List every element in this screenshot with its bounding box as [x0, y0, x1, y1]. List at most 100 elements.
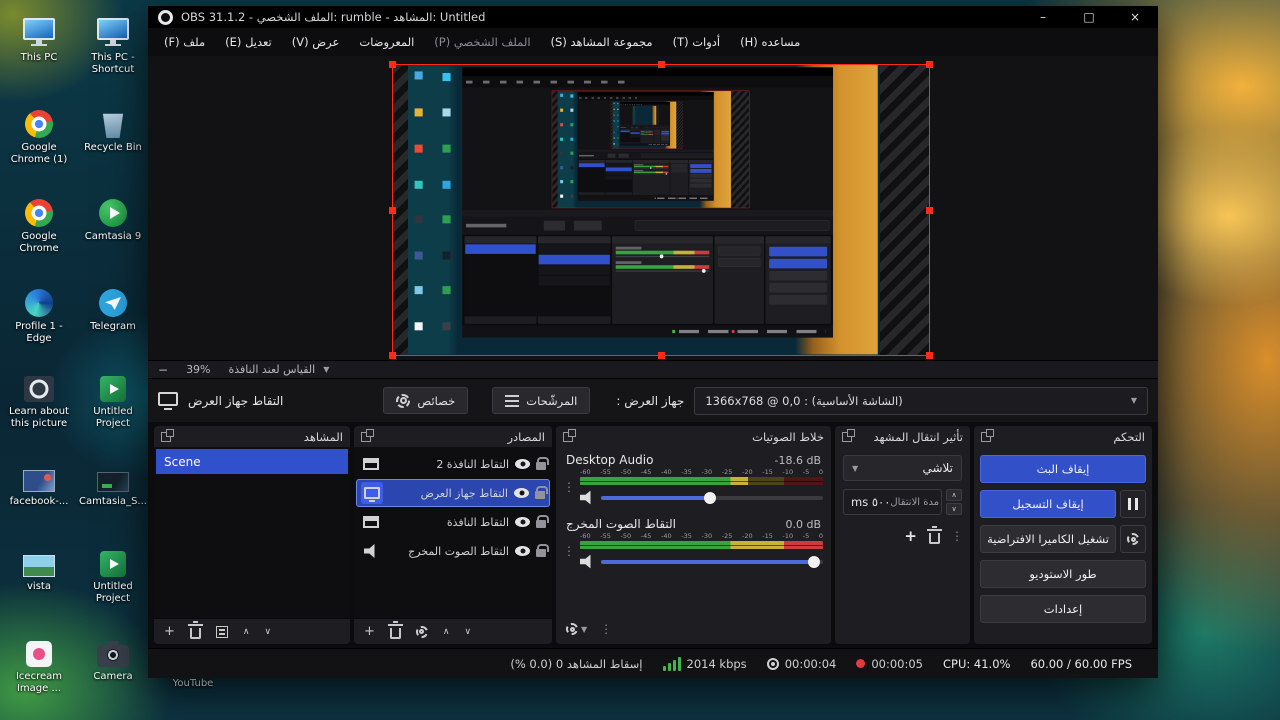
sources-dock-header[interactable]: المصادر [354, 426, 552, 447]
transition-menu-icon[interactable]: ⋮ [951, 529, 963, 543]
desktop-icon-c1-5[interactable]: facebook-... [4, 458, 74, 508]
menu-item-4[interactable]: الملف الشخصي (P) [424, 35, 540, 49]
selection-handle[interactable] [389, 352, 396, 359]
visibility-eye-icon[interactable] [515, 459, 530, 469]
menu-item-6[interactable]: أدوات (T) [663, 35, 731, 49]
maximize-button[interactable]: □ [1066, 6, 1112, 28]
scale-mode-dropdown[interactable]: القياس لعند النافذة ▼ [229, 363, 330, 376]
popout-icon[interactable] [361, 428, 374, 442]
lock-icon[interactable] [536, 544, 549, 557]
lock-icon[interactable] [536, 515, 549, 528]
close-button[interactable]: × [1112, 6, 1158, 28]
selection-handle[interactable] [926, 61, 933, 68]
popout-icon[interactable] [981, 428, 994, 442]
source-item[interactable]: التقاط النافذة [356, 508, 550, 536]
scene-item-selected[interactable]: Scene [156, 449, 348, 474]
scenes-dock-header[interactable]: المشاهد [154, 426, 350, 447]
menu-item-3[interactable]: المعروضات [349, 35, 424, 49]
add-source-button[interactable]: + [364, 625, 375, 638]
settings-button[interactable]: إعدادات [980, 595, 1146, 623]
menu-item-1[interactable]: تعديل (E) [215, 35, 282, 49]
menu-item-7[interactable]: مساعده (H) [730, 35, 810, 49]
virtual-camera-settings-button[interactable] [1120, 525, 1146, 553]
channel-menu-icon[interactable]: ⋮ [563, 532, 575, 569]
selection-handle[interactable] [926, 352, 933, 359]
speaker-icon[interactable] [580, 490, 591, 505]
menu-item-2[interactable]: عرض (V) [282, 35, 350, 49]
volume-slider[interactable] [601, 555, 823, 568]
lock-icon[interactable] [536, 457, 549, 470]
desktop-icon-c1-6[interactable]: vista [4, 543, 74, 593]
duration-spinbox[interactable]: ٥٠٠ ms مدة الانتقال [843, 489, 942, 515]
spin-down-button[interactable]: ∨ [946, 503, 962, 515]
controls-dock-header[interactable]: التحكم [974, 426, 1152, 447]
move-source-up-button[interactable]: ∧ [443, 627, 450, 637]
desktop-icon-c2-1[interactable]: Recycle Bin [78, 104, 148, 154]
add-transition-button[interactable]: + [904, 527, 917, 545]
move-scene-up-button[interactable]: ∧ [243, 627, 250, 637]
source-item-selected[interactable]: التقاط جهاز العرض [356, 479, 550, 507]
studio-mode-button[interactable]: طور الاستوديو [980, 560, 1146, 588]
preview-area[interactable] [148, 56, 1158, 360]
display-select-dropdown[interactable]: (الشاشة الأساسية) : 1366x768 @ 0,0 ▼ [694, 386, 1148, 415]
menu-item-5[interactable]: مجموعة المشاهد (S) [541, 35, 663, 49]
desktop-icon-c2-2[interactable]: Camtasia 9 [78, 193, 148, 243]
visibility-eye-icon[interactable] [514, 488, 529, 498]
add-scene-button[interactable]: + [164, 625, 175, 638]
popout-icon[interactable] [563, 428, 576, 442]
desktop-icon-c2-0[interactable]: This PC - Shortcut [78, 14, 148, 75]
filters-button[interactable]: المرشّحات [492, 387, 591, 414]
desktop-icon-c2-6[interactable]: Untitled Project [78, 543, 148, 604]
move-scene-down-button[interactable]: ∨ [265, 627, 272, 637]
channel-menu-icon[interactable]: ⋮ [563, 468, 575, 505]
selection-handle[interactable] [658, 61, 665, 68]
remove-transition-button[interactable] [927, 525, 942, 544]
desktop-icon-c1-2[interactable]: Google Chrome [4, 193, 74, 254]
source-item[interactable]: التقاط النافذة 2 [356, 450, 550, 478]
desktop-icon-c1-1[interactable]: Google Chrome (1) [4, 104, 74, 165]
lock-icon[interactable] [535, 486, 548, 499]
popout-icon[interactable] [842, 428, 855, 442]
source-list[interactable]: التقاط النافذة 2 التقاط جهاز العرض التقا… [354, 447, 552, 618]
popout-icon[interactable] [161, 428, 174, 442]
mixer-menu-icon[interactable]: ⋮ [600, 622, 612, 636]
slider-handle[interactable] [808, 555, 821, 568]
selection-handle[interactable] [389, 61, 396, 68]
zoom-out-button[interactable]: − [158, 363, 168, 377]
mixer-dock-header[interactable]: خلاط الصوتيات [556, 426, 831, 447]
advanced-audio-button[interactable]: ▼ [566, 623, 587, 635]
desktop-icon-c2-3[interactable]: Telegram [78, 283, 148, 333]
virtual-camera-button[interactable]: تشغيل الكاميرا الافتراضية [980, 525, 1116, 553]
desktop-icon-c2-5[interactable]: Camtasia_S... [78, 458, 148, 508]
desktop-icon-c1-4[interactable]: Learn about this picture [4, 368, 74, 429]
stop-streaming-button[interactable]: إيقاف البث [980, 455, 1146, 483]
desktop-icon-c1-7[interactable]: Icecream Image ... [4, 633, 74, 694]
remove-scene-button[interactable] [187, 621, 203, 639]
slider-handle[interactable] [703, 491, 716, 504]
pause-recording-button[interactable] [1120, 490, 1146, 518]
title-bar[interactable]: OBS 31.1.2 - الملف الشخصي: rumble - المش… [148, 6, 1158, 28]
transition-dropdown[interactable]: ▼ تلاشي [843, 455, 962, 481]
spin-up-button[interactable]: ∧ [946, 489, 962, 501]
remove-source-button[interactable] [387, 621, 403, 639]
source-properties-button[interactable] [415, 625, 428, 638]
desktop-icon-c2-7[interactable]: Camera [78, 633, 148, 683]
stop-recording-button[interactable]: إيقاف التسجيل [980, 490, 1116, 518]
menu-item-0[interactable]: ملف (F) [154, 35, 215, 49]
minimize-button[interactable]: – [1020, 6, 1066, 28]
move-source-down-button[interactable]: ∨ [465, 627, 472, 637]
visibility-eye-icon[interactable] [515, 517, 530, 527]
selection-handle[interactable] [389, 207, 396, 214]
desktop-icon-c1-0[interactable]: This PC [4, 14, 74, 64]
source-item[interactable]: التقاط الصوت المخرج [356, 537, 550, 565]
selection-handle[interactable] [926, 207, 933, 214]
selection-handle[interactable] [658, 352, 665, 359]
transitions-dock-header[interactable]: تأثير انتقال المشهد [835, 426, 970, 447]
scene-filters-button[interactable] [215, 625, 228, 638]
volume-slider[interactable] [601, 491, 823, 504]
properties-button[interactable]: خصائص [383, 387, 469, 414]
speaker-icon[interactable] [580, 554, 591, 569]
desktop-icon-c2-4[interactable]: Untitled Project [78, 368, 148, 429]
desktop-icon-c1-3[interactable]: Profile 1 - Edge [4, 283, 74, 344]
visibility-eye-icon[interactable] [515, 546, 530, 556]
